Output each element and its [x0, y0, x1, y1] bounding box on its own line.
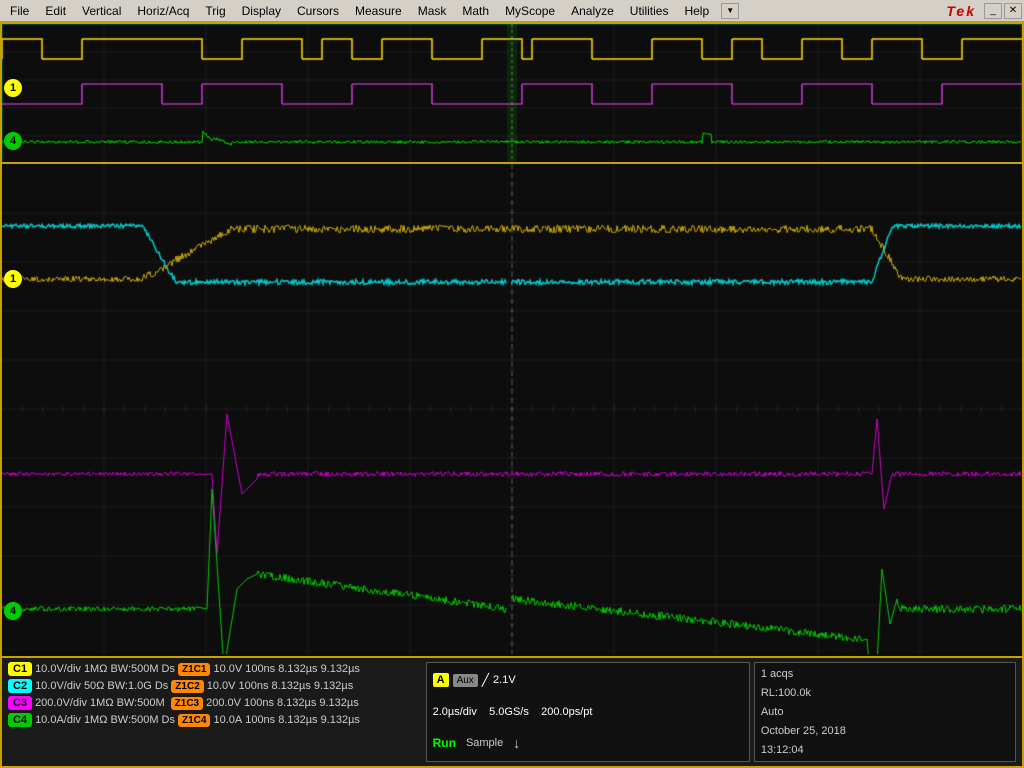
ch3-volts-div: 200.0V/div [35, 697, 87, 709]
main-ch1-marker: 1 [4, 270, 22, 288]
ch4-time2: 9.132µs [321, 714, 360, 726]
acq-arrow: ↓ [513, 735, 520, 751]
ch2-volts-div: 10.0V/div [35, 680, 81, 692]
tek-logo: Tek [946, 3, 976, 19]
menu-edit[interactable]: Edit [37, 2, 74, 20]
timebase-info: 2.0µs/div 5.0GS/s 200.0ps/pt [433, 706, 593, 718]
menu-analyze[interactable]: Analyze [563, 2, 622, 20]
status-bar: C1 10.0V/div 1MΩ BW:500M Ds Z1C1 10.0V 1… [2, 656, 1022, 766]
ch4-bw: BW:500M [110, 714, 158, 726]
trigger-mode-badge: A [433, 673, 449, 687]
ch1-badge[interactable]: C1 [8, 662, 32, 676]
acq-count: 1 acqs [761, 668, 793, 680]
menu-cursors[interactable]: Cursors [289, 2, 347, 20]
overview-ch1-marker: 1 [4, 79, 22, 97]
menubar: File Edit Vertical Horiz/Acq Trig Displa… [0, 0, 1024, 22]
menu-utilities[interactable]: Utilities [622, 2, 677, 20]
ch2-time2: 9.132µs [314, 680, 353, 692]
ch1-info: C1 10.0V/div 1MΩ BW:500M Ds Z1C1 10.0V 1… [8, 662, 422, 676]
ch4-z-badge: Z1C4 [178, 714, 210, 727]
main-ch4-marker: 4 [4, 602, 22, 620]
trigger-timebase-panel: A Aux ╱ 2.1V 2.0µs/div 5.0GS/s 200.0ps/p… [426, 662, 750, 762]
menu-mask[interactable]: Mask [410, 2, 455, 20]
ch4-coupling: Ds [162, 714, 175, 726]
close-button[interactable]: ✕ [1004, 3, 1022, 19]
sample-mode: Sample [466, 737, 503, 749]
ch4-time-ref: 100ns [245, 714, 275, 726]
ch3-badge[interactable]: C3 [8, 696, 32, 710]
ch4-badge[interactable]: C4 [8, 713, 32, 727]
menu-dropdown-button[interactable]: ▼ [721, 3, 739, 19]
ch2-bw: BW:1.0G [107, 680, 151, 692]
menu-measure[interactable]: Measure [347, 2, 410, 20]
ch1-volts-div: 10.0V/div [35, 663, 81, 675]
ch1-coupling: Ds [162, 663, 175, 675]
ch3-info: C3 200.0V/div 1MΩ BW:500M Z1C3 200.0V 10… [8, 696, 422, 710]
ch3-z-badge: Z1C3 [171, 697, 203, 710]
sample-rate-value: 5.0GS/s [489, 706, 529, 718]
ch2-coupling: Ds [155, 680, 168, 692]
menu-file[interactable]: File [2, 2, 37, 20]
menu-vertical[interactable]: Vertical [74, 2, 129, 20]
channel-info-panel: C1 10.0V/div 1MΩ BW:500M Ds Z1C1 10.0V 1… [8, 662, 422, 762]
menu-trig[interactable]: Trig [197, 2, 233, 20]
menu-display[interactable]: Display [234, 2, 289, 20]
menu-math[interactable]: Math [454, 2, 497, 20]
ch1-time-ref: 100ns [245, 663, 275, 675]
menu-myscope[interactable]: MyScope [497, 2, 563, 20]
window-controls: _ ✕ [984, 3, 1022, 19]
overview-ch4-marker: 4 [4, 132, 22, 150]
record-value: 200.0ps/pt [541, 706, 592, 718]
ch3-time1: 8.132µs [277, 697, 316, 709]
trigger-voltage: 2.1V [493, 674, 516, 686]
waveform-display: 1 4 1 4 [2, 24, 1022, 656]
ch3-time-ref: 100ns [244, 697, 274, 709]
ch4-volts-div: 10.0A/div [35, 714, 81, 726]
trigger-source-badge: Aux [453, 674, 478, 687]
auto-info: Auto [761, 706, 784, 718]
ch2-info: C2 10.0V/div 50Ω BW:1.0G Ds Z1C2 10.0V 1… [8, 679, 422, 693]
ch3-z-voltage: 200.0V [206, 697, 241, 709]
ch4-z-voltage: 10.0A [213, 714, 242, 726]
ch2-z-voltage: 10.0V [207, 680, 236, 692]
trigger-section: A Aux ╱ 2.1V [433, 673, 516, 687]
ch1-z-voltage: 10.0V [213, 663, 242, 675]
ch1-z-badge: Z1C1 [178, 663, 210, 676]
minimize-button[interactable]: _ [984, 3, 1002, 19]
overview-section: 1 4 [2, 24, 1022, 164]
ch1-impedance: 1MΩ [84, 663, 108, 675]
ch1-time1: 8.132µs [278, 663, 317, 675]
run-status: Run [433, 736, 456, 750]
ch2-time-ref: 100ns [239, 680, 269, 692]
ch1-time2: 9.132µs [321, 663, 360, 675]
ch2-badge[interactable]: C2 [8, 679, 32, 693]
ch4-impedance: 1MΩ [84, 714, 108, 726]
ch4-time1: 8.132µs [278, 714, 317, 726]
ch1-bw: BW:500M [110, 663, 158, 675]
oscilloscope-main: 1 4 1 4 C1 10.0V/div 1MΩ BW:500M Ds Z1 [0, 22, 1024, 768]
trigger-slope-icon: ╱ [482, 673, 489, 687]
ch3-impedance: 1MΩ [90, 697, 114, 709]
time-div-value: 2.0µs/div [433, 706, 477, 718]
main-section: 1 4 [2, 164, 1022, 656]
ch3-bw: BW:500M [117, 697, 165, 709]
ch4-info: C4 10.0A/div 1MΩ BW:500M Ds Z1C4 10.0A 1… [8, 713, 422, 727]
ch2-time1: 8.132µs [271, 680, 310, 692]
ch2-z-badge: Z1C2 [171, 680, 203, 693]
status-row2: C1 10.0V/div 1MΩ BW:500M Ds Z1C1 10.0V 1… [8, 662, 1016, 762]
acq-info-panel: 1 acqs RL:100.0k Auto October 25, 2018 1… [754, 662, 1016, 762]
menu-help[interactable]: Help [676, 2, 717, 20]
ch3-time2: 9.132µs [319, 697, 358, 709]
rl-info: RL:100.0k [761, 687, 811, 699]
time-display: 13:12:04 [761, 744, 804, 756]
menu-horiz-acq[interactable]: Horiz/Acq [129, 2, 197, 20]
ch2-impedance: 50Ω [84, 680, 104, 692]
date-display: October 25, 2018 [761, 725, 846, 737]
